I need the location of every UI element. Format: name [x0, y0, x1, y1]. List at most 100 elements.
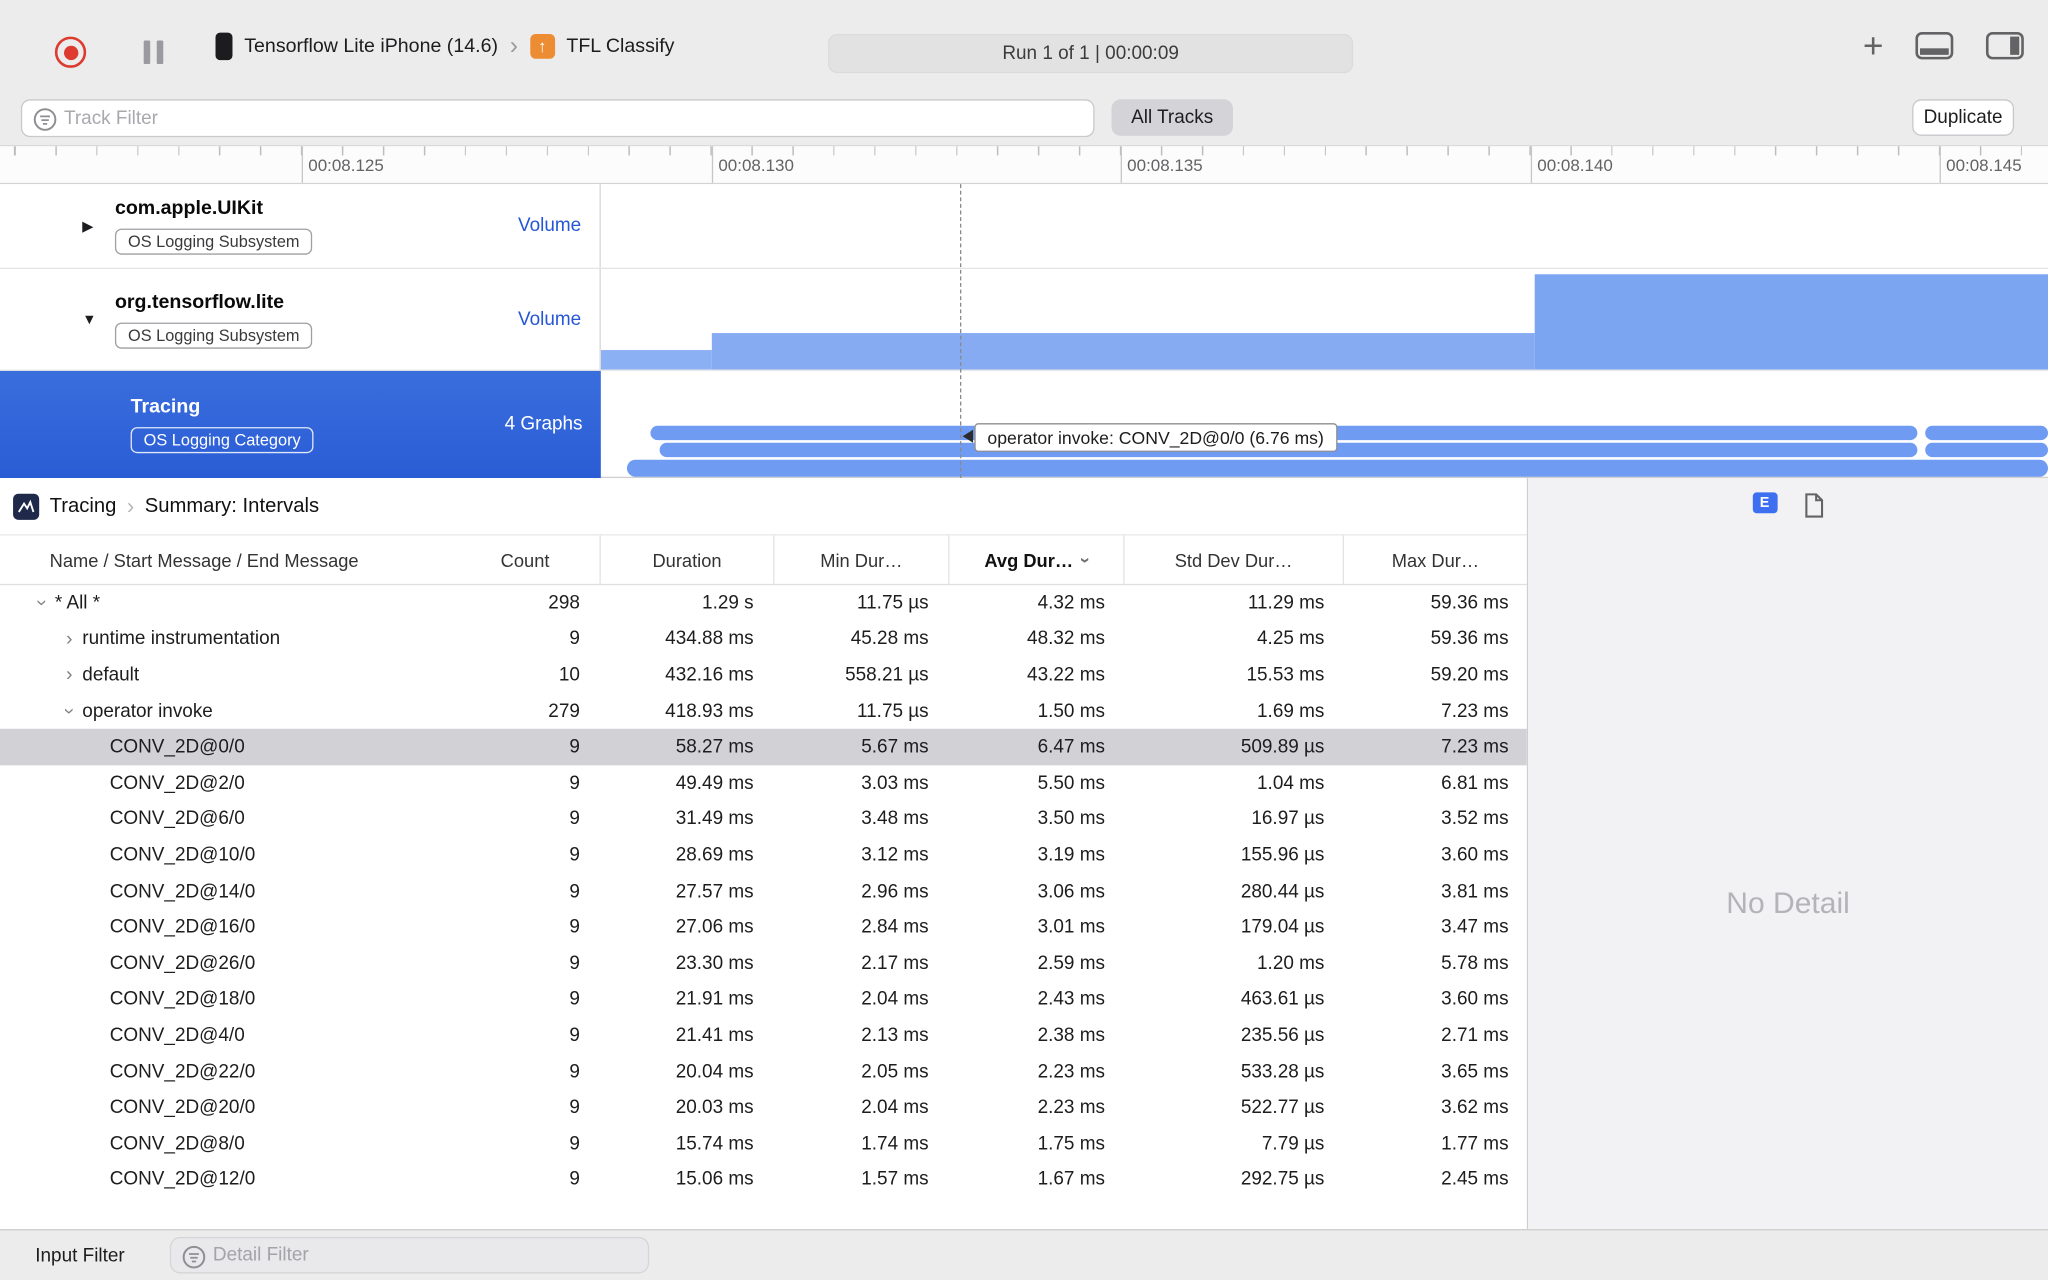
row-count: 9 — [569, 1097, 580, 1119]
table-row[interactable]: CONV_2D@6/0 9 31.49 ms 3.48 ms 3.50 ms 1… — [0, 801, 1527, 837]
row-stddev-duration: 16.97 µs — [1251, 808, 1325, 830]
row-name: CONV_2D@2/0 — [109, 772, 245, 794]
row-avg-duration: 3.01 ms — [1037, 917, 1105, 938]
table-row[interactable]: CONV_2D@10/0 9 28.69 ms 3.12 ms 3.19 ms … — [0, 837, 1527, 873]
track-filter-field — [20, 99, 1095, 138]
table-row[interactable]: › default 10 432.16 ms 558.21 µs 43.22 m… — [0, 657, 1527, 693]
run-status[interactable]: Run 1 of 1 | 00:00:09 — [828, 33, 1354, 74]
track-tensorflow-header: ▼ org.tensorflow.lite OS Logging Subsyst… — [0, 269, 601, 370]
track-uikit-header: ▶ com.apple.UIKit OS Logging Subsystem V… — [0, 184, 601, 268]
table-row[interactable]: CONV_2D@8/0 9 15.74 ms 1.74 ms 1.75 ms 7… — [0, 1126, 1527, 1162]
row-avg-duration: 2.23 ms — [1037, 1061, 1105, 1083]
row-avg-duration: 6.47 ms — [1037, 736, 1105, 758]
table-row[interactable]: CONV_2D@18/0 9 21.91 ms 2.04 ms 2.43 ms … — [0, 982, 1527, 1018]
row-disclosure-icon[interactable]: › — [58, 700, 80, 722]
extended-detail-toggle-icon[interactable]: E — [1752, 492, 1777, 514]
table-row[interactable]: CONV_2D@26/0 9 23.30 ms 2.17 ms 2.59 ms … — [0, 946, 1527, 982]
row-max-duration: 3.62 ms — [1441, 1097, 1509, 1119]
row-disclosure-icon[interactable]: › — [31, 592, 53, 614]
row-disclosure-icon[interactable]: › — [56, 628, 82, 650]
table-row[interactable]: CONV_2D@14/0 9 27.57 ms 2.96 ms 3.06 ms … — [0, 873, 1527, 909]
track-badge: OS Logging Subsystem — [114, 321, 313, 349]
row-min-duration: 2.05 ms — [861, 1061, 929, 1083]
table-row[interactable]: CONV_2D@12/0 9 15.06 ms 1.57 ms 1.67 ms … — [0, 1162, 1527, 1198]
duplicate-button[interactable]: Duplicate — [1912, 99, 2015, 136]
right-panel-toggle-icon[interactable] — [1985, 31, 2024, 60]
row-name-cell: CONV_2D@8/0 — [0, 1133, 451, 1154]
time-label: 00:08.145 — [1946, 155, 2022, 176]
track-tensorflow-lane[interactable] — [600, 269, 2048, 370]
row-duration: 21.41 ms — [675, 1025, 754, 1047]
row-stddev-duration: 235.56 µs — [1240, 1025, 1325, 1047]
target-selector[interactable]: Tensorflow Lite iPhone (14.6) › ↑ TFL Cl… — [215, 0, 675, 91]
row-count: 9 — [569, 953, 580, 975]
interval-bar[interactable] — [626, 459, 2048, 477]
time-label: 00:08.135 — [1127, 155, 1203, 176]
track-uikit-lane[interactable] — [601, 184, 2048, 268]
table-body: › * All * 298 1.29 s 11.75 µs 4.32 ms 11… — [0, 585, 1527, 1229]
bottom-panel-toggle-icon[interactable] — [1915, 31, 1954, 60]
row-name: CONV_2D@16/0 — [109, 917, 256, 938]
table-row[interactable]: CONV_2D@2/0 9 49.49 ms 3.03 ms 5.50 ms 1… — [0, 765, 1527, 801]
row-count: 9 — [569, 808, 580, 830]
table-row[interactable]: › runtime instrumentation 9 434.88 ms 45… — [0, 621, 1527, 657]
table-row[interactable]: CONV_2D@4/0 9 21.41 ms 2.13 ms 2.38 ms 2… — [0, 1018, 1527, 1054]
column-header-avg[interactable]: Avg Dur… › — [950, 535, 1125, 584]
no-detail-message: No Detail — [1726, 885, 1850, 920]
pause-button[interactable] — [143, 40, 164, 64]
column-header-name[interactable]: Name / Start Message / End Message — [0, 536, 451, 584]
track-uikit[interactable]: ▶ com.apple.UIKit OS Logging Subsystem V… — [0, 184, 2048, 270]
row-avg-duration: 1.50 ms — [1037, 700, 1105, 722]
row-avg-duration: 48.32 ms — [1027, 628, 1105, 650]
row-name: CONV_2D@26/0 — [109, 953, 256, 975]
row-max-duration: 6.81 ms — [1441, 772, 1509, 794]
detail-filter-input[interactable] — [171, 1238, 648, 1273]
table-row[interactable]: › operator invoke 279 418.93 ms 11.75 µs… — [0, 693, 1527, 729]
interval-bar[interactable] — [1925, 425, 2048, 441]
row-name: CONV_2D@14/0 — [109, 881, 256, 902]
document-icon[interactable] — [1803, 492, 1824, 518]
row-stddev-duration: 522.77 µs — [1240, 1097, 1325, 1119]
row-max-duration: 3.60 ms — [1441, 989, 1509, 1011]
row-avg-duration: 2.59 ms — [1037, 953, 1105, 975]
row-duration: 27.06 ms — [675, 917, 754, 938]
all-tracks-button[interactable]: All Tracks — [1111, 99, 1233, 136]
row-max-duration: 3.60 ms — [1441, 845, 1509, 866]
detail-filter-field — [169, 1236, 650, 1274]
table-row[interactable]: › * All * 298 1.29 s 11.75 µs 4.32 ms 11… — [0, 585, 1527, 621]
table-row[interactable]: CONV_2D@16/0 9 27.06 ms 2.84 ms 3.01 ms … — [0, 910, 1527, 946]
track-tensorflow[interactable]: ▼ org.tensorflow.lite OS Logging Subsyst… — [0, 269, 2048, 371]
sort-descending-icon: › — [1074, 556, 1096, 563]
row-stddev-duration: 155.96 µs — [1240, 845, 1325, 866]
row-disclosure-icon[interactable]: › — [56, 664, 82, 686]
column-header-stddev[interactable]: Std Dev Dur… — [1125, 535, 1344, 584]
column-header-duration[interactable]: Duration — [601, 535, 775, 584]
row-avg-duration: 3.06 ms — [1037, 881, 1105, 902]
playhead-line[interactable] — [960, 184, 962, 479]
major-tick — [1939, 146, 1941, 183]
row-count: 9 — [569, 1025, 580, 1047]
timeline-ruler[interactable]: 00:08.125 00:08.130 00:08.135 00:08.140 … — [0, 146, 2048, 185]
row-min-duration: 3.48 ms — [861, 808, 929, 830]
row-duration: 23.30 ms — [675, 953, 754, 975]
column-header-max[interactable]: Max Dur… — [1344, 536, 1527, 584]
track-filter-input[interactable] — [22, 100, 1094, 136]
column-header-min[interactable]: Min Dur… — [775, 535, 950, 584]
app-label: TFL Classify — [566, 34, 675, 57]
breadcrumb-page[interactable]: Summary: Intervals — [145, 494, 319, 518]
table-row[interactable]: CONV_2D@22/0 9 20.04 ms 2.05 ms 2.23 ms … — [0, 1054, 1527, 1090]
record-button[interactable] — [54, 36, 87, 68]
add-instrument-icon[interactable]: + — [1863, 27, 1884, 63]
interval-bar[interactable] — [1925, 442, 2048, 458]
row-name-cell: CONV_2D@22/0 — [0, 1061, 451, 1082]
table-row[interactable]: CONV_2D@0/0 9 58.27 ms 5.67 ms 6.47 ms 5… — [0, 729, 1527, 766]
disclosure-expanded-icon[interactable]: ▼ — [82, 312, 96, 328]
column-header-count[interactable]: Count — [451, 535, 601, 584]
major-tick — [1530, 146, 1533, 183]
breadcrumb-root[interactable]: Tracing — [50, 494, 117, 518]
table-row[interactable]: CONV_2D@20/0 9 20.03 ms 2.04 ms 2.23 ms … — [0, 1090, 1527, 1126]
row-duration: 15.74 ms — [675, 1133, 754, 1155]
disclosure-collapsed-icon[interactable]: ▶ — [82, 217, 93, 235]
row-name: CONV_2D@4/0 — [109, 1025, 245, 1047]
pause-bar — [143, 40, 151, 64]
